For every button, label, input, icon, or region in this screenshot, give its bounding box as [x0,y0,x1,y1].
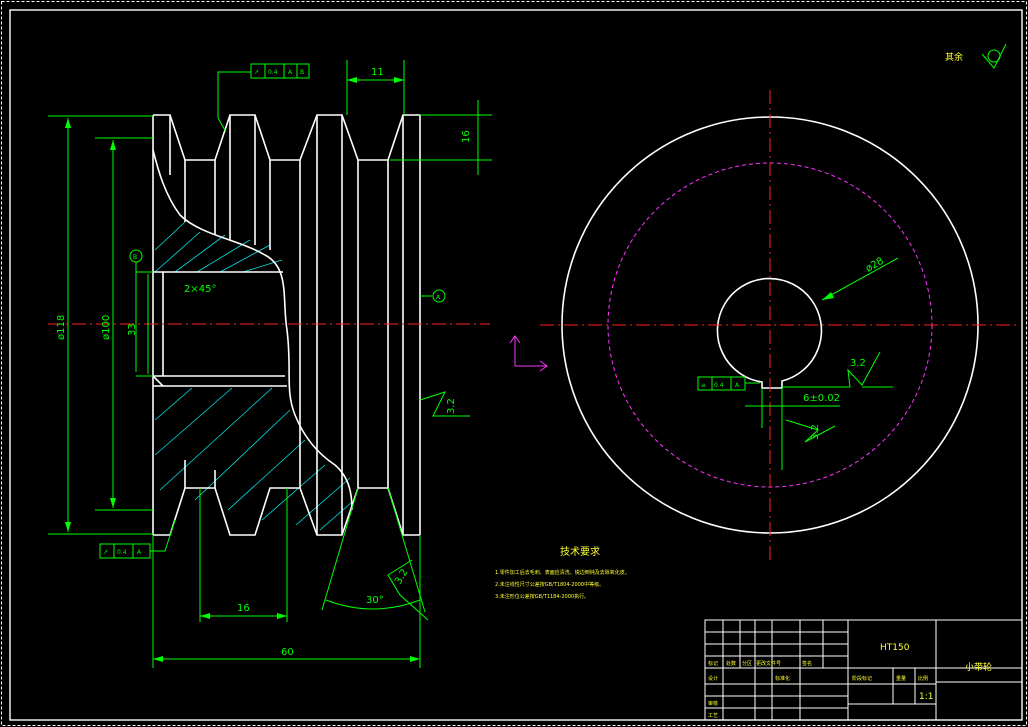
datum-b-label: B [133,254,137,261]
tech-req-item-2: 2.未注线性尺寸公差按GB/T1804-2000中等级。 [495,581,604,588]
dim-dia118: ø118 [56,315,67,340]
outer-frame [1,1,1027,726]
roughness-keyway-side: 3.2 [810,424,821,440]
tolerance-frame-symmetry: ≡ 0.4 A [697,376,746,391]
tb-change: 更改文件号 [756,660,781,667]
roughness-keyway-top: 3.2 [850,358,866,369]
dim-33: 33 [127,323,138,336]
dim-16-depth: 16 [461,130,472,143]
dim-dia100: ø100 [101,315,112,340]
tb-stage: 阶段标记 [852,675,872,682]
title-scale: 1:1 [919,692,933,702]
svg-text:↗: ↗ [103,549,108,556]
svg-text:A: A [137,549,142,556]
cad-drawing: 11 16 ø118 ø100 33 2×45° 16 60 30° B A 3… [1,1,1027,726]
dim-16-pitch: 16 [237,603,250,614]
tb-weight: 重量 [896,675,906,682]
hatch-upper [154,221,283,273]
svg-text:0.4: 0.4 [117,549,127,556]
tolerance-frame-top: ↗ 0.4 A B [250,63,310,79]
dim-chamfer: 2×45° [184,284,216,295]
roughness-other: 其余 [945,43,1007,69]
tb-review: 审核 [708,700,718,707]
tb-standardize: 标准化 [775,675,790,682]
dim-11: 11 [371,67,384,78]
tb-count: 处数 [726,660,736,667]
dim-30deg: 30° [366,595,384,606]
svg-text:A: A [735,382,740,389]
tb-process: 工艺 [708,713,718,719]
tb-sign: 签名 [802,660,812,667]
section-view [48,60,492,668]
title-part-name: 小带轮 [965,661,992,673]
svg-text:其余: 其余 [945,51,963,63]
svg-text:B: B [300,69,304,76]
dim-keyway: 6±0.02 [803,393,840,404]
tech-req-title: 技术要求 [560,545,600,558]
dim-bore: ø28 [864,256,886,275]
hatch-lower [154,387,353,531]
svg-text:0.4: 0.4 [268,69,278,76]
roughness-side: 3.2 [446,398,457,414]
inner-frame [9,9,1023,721]
tech-req-item-1: 1.零件加工后去毛刺、表面应清洗、锐边倒钝及去除氧化皮。 [495,569,630,576]
dim-60: 60 [281,647,294,658]
title-material: HT150 [880,643,910,653]
tolerance-frame-bottom: ↗ 0.4 A [99,543,151,559]
tb-design: 设计 [708,675,718,682]
svg-text:↗: ↗ [254,69,259,76]
ucs-icon [509,335,548,372]
tech-req-item-3: 3.未注形位公差按GB/T1184-2000执行。 [495,593,589,600]
tb-ratio: 比例 [918,675,928,682]
tb-zone: 分区 [742,660,752,667]
end-view [540,90,1018,560]
tb-mark: 标记 [708,660,718,667]
svg-text:A: A [288,69,293,76]
svg-text:≡: ≡ [701,382,706,389]
svg-text:0.4: 0.4 [714,382,724,389]
datum-a-label: A [436,294,441,301]
